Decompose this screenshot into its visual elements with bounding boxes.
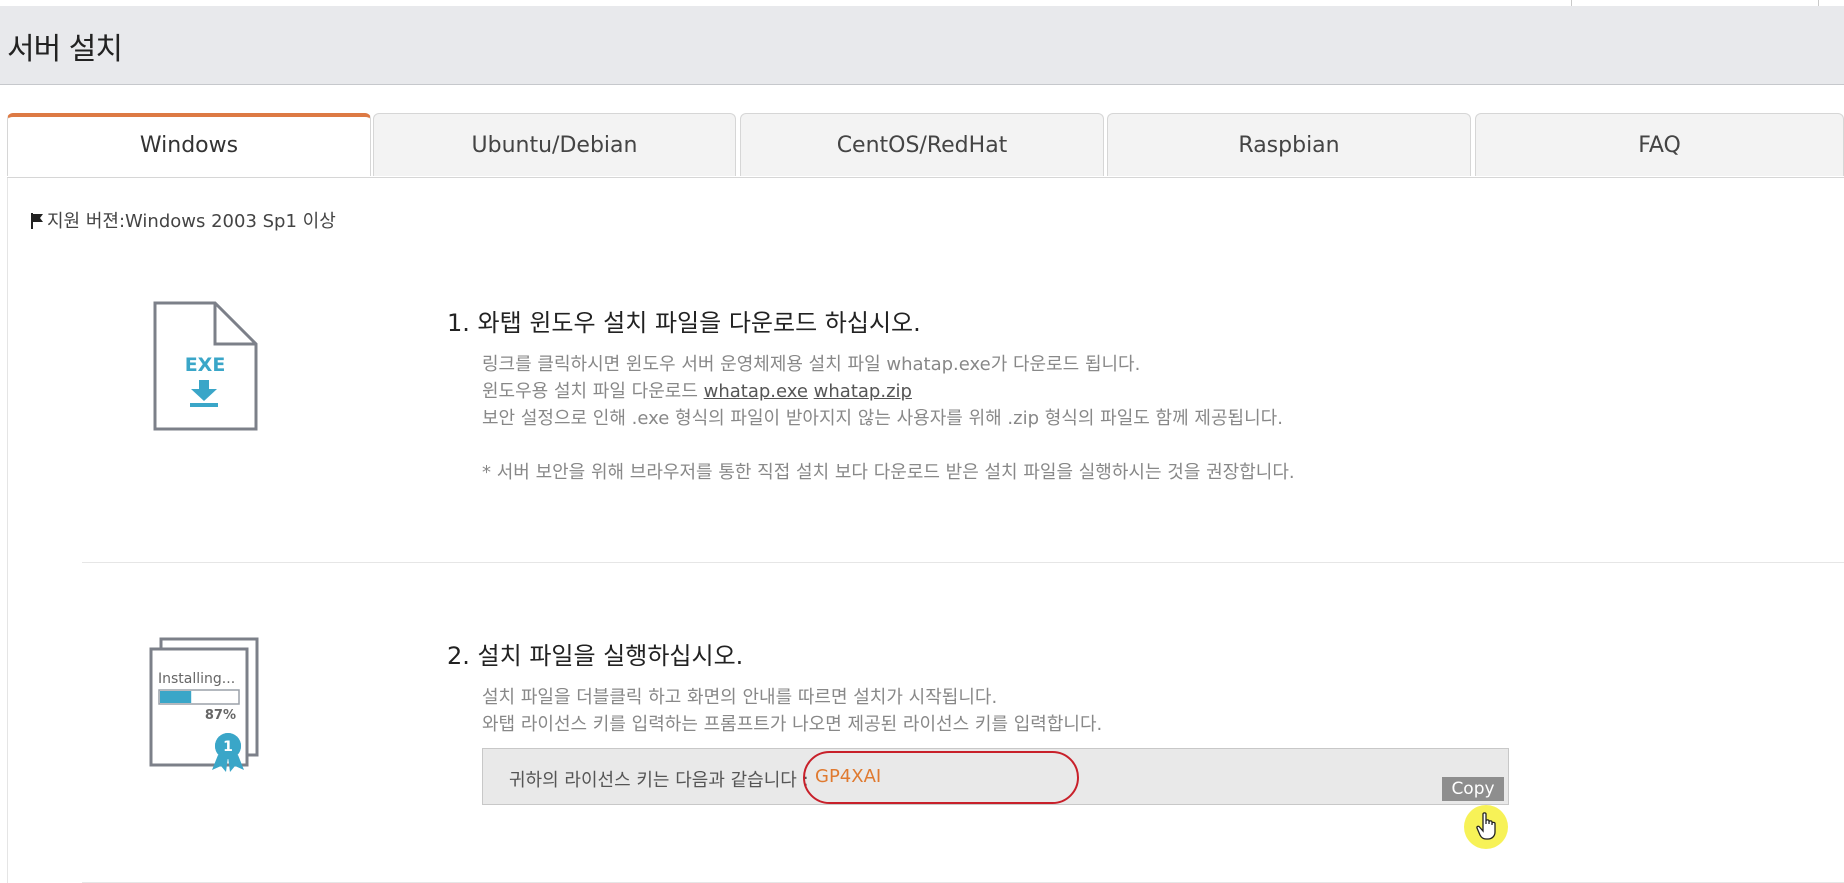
exe-file-download-icon: EXE	[152, 300, 260, 436]
highlight-oval	[803, 751, 1079, 804]
step2-line2: 와탭 라이선스 키를 입력하는 프롬프트가 나오면 제공된 라이선스 키를 입력…	[482, 714, 1103, 735]
svg-text:EXE: EXE	[185, 354, 226, 376]
tab-faq[interactable]: FAQ	[1475, 113, 1844, 176]
step2-title: 2. 설치 파일을 실행하십시오.	[447, 642, 744, 670]
os-tab-bar: Windows Ubuntu/Debian CentOS/RedHat Rasp…	[7, 113, 1844, 178]
license-key-label: 귀하의 라이선스 키는 다음과 같습니다 :	[509, 770, 809, 791]
license-key-box: 귀하의 라이선스 키는 다음과 같습니다 : GP4XAI Copy	[482, 748, 1509, 805]
step2-line1: 설치 파일을 더블클릭 하고 화면의 안내를 따르면 설치가 시작됩니다.	[482, 687, 998, 708]
content-left-border	[7, 178, 8, 883]
supported-version: 지원 버젼:Windows 2003 Sp1 이상	[30, 207, 336, 233]
tab-label: Raspbian	[1238, 133, 1340, 158]
page-header: 서버 설치	[0, 6, 1844, 85]
tab-label: Ubuntu/Debian	[471, 133, 638, 158]
tab-centos-redhat[interactable]: CentOS/RedHat	[740, 113, 1104, 176]
tab-ubuntu-debian[interactable]: Ubuntu/Debian	[373, 113, 736, 176]
step1-line1: 링크를 클릭하시면 윈도우 서버 운영체제용 설치 파일 whatap.exe가…	[482, 354, 1141, 375]
hand-cursor-icon	[1476, 812, 1496, 840]
flag-icon	[31, 213, 43, 229]
copy-license-button[interactable]: Copy	[1442, 777, 1504, 801]
page-title: 서버 설치	[7, 32, 123, 67]
section-divider	[82, 562, 1844, 563]
tab-raspbian[interactable]: Raspbian	[1107, 113, 1471, 176]
step2-description: 설치 파일을 더블클릭 하고 화면의 안내를 따르면 설치가 시작됩니다. 와탭…	[482, 684, 1102, 738]
step1-line3: 보안 설정으로 인해 .exe 형식의 파일이 받아지지 않는 사용자를 위해 …	[482, 408, 1283, 429]
step1-title: 1. 와탭 윈도우 설치 파일을 다운로드 하십시오.	[447, 309, 921, 337]
step1-line2: 윈도우용 설치 파일 다운로드 whatap.exe whatap.zip	[482, 378, 1295, 405]
supported-version-text: 지원 버젼:Windows 2003 Sp1 이상	[47, 211, 336, 232]
tab-bar-baseline	[7, 177, 1844, 178]
download-exe-link[interactable]: whatap.exe	[704, 381, 808, 402]
svg-text:87%: 87%	[205, 708, 236, 723]
svg-text:1: 1	[223, 739, 233, 755]
step1-description: 링크를 클릭하시면 윈도우 서버 운영체제용 설치 파일 whatap.exe가…	[482, 351, 1295, 486]
installing-progress-icon: Installing... 87% 1	[148, 636, 262, 776]
step1-line2-prefix: 윈도우용 설치 파일 다운로드	[482, 381, 704, 402]
download-zip-link[interactable]: whatap.zip	[814, 381, 912, 402]
tab-label: Windows	[139, 133, 239, 158]
step1-note: * 서버 보안을 위해 브라우저를 통한 직접 설치 보다 다운로드 받은 설치…	[482, 462, 1295, 483]
tab-windows[interactable]: Windows	[7, 113, 371, 176]
tab-label: FAQ	[1638, 133, 1681, 158]
tab-label: CentOS/RedHat	[836, 133, 1008, 158]
svg-text:Installing...: Installing...	[158, 671, 235, 687]
